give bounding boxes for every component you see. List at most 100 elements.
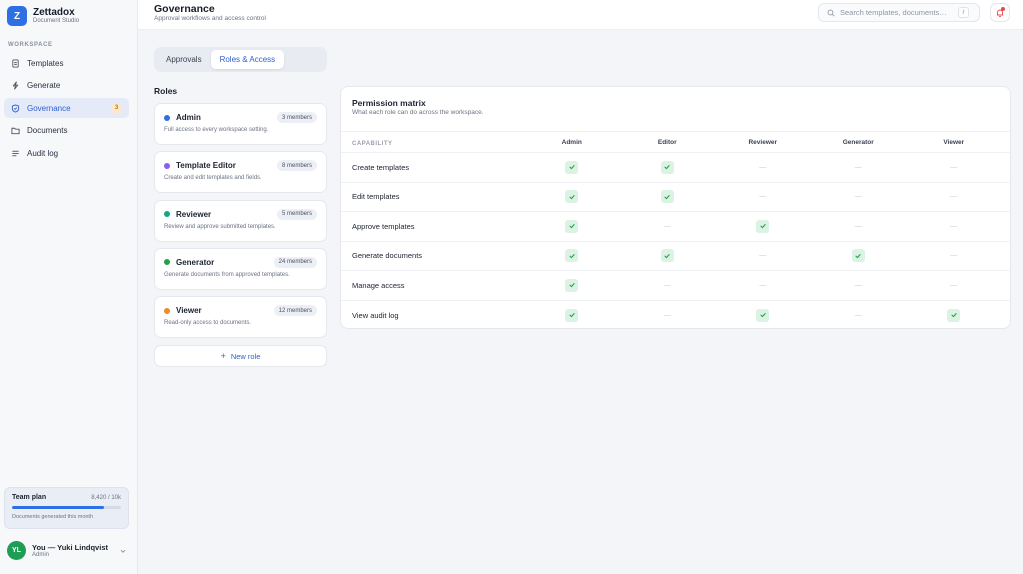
matrix-row: View audit log — — [341, 301, 1010, 329]
role-card[interactable]: Template Editor 8 members Create and edit … [154, 151, 327, 194]
no-access-dash[interactable]: — [759, 193, 766, 200]
check-icon[interactable] [851, 249, 865, 263]
new-role-button[interactable]: + New role [154, 345, 327, 367]
notification-dot [1001, 7, 1005, 11]
sidebar-item-documents[interactable]: Documents [4, 121, 129, 141]
sidebar-item-label: Documents [27, 126, 68, 135]
role-description: Read-only access to documents. [164, 320, 252, 327]
no-access-dash[interactable]: — [664, 312, 671, 319]
member-count-badge: 24 members [273, 256, 317, 268]
sidebar-nav: Templates Generate Governance 3 Document… [4, 53, 129, 166]
sidebar-item-label: Governance [27, 103, 71, 113]
role-description: Review and approve submitted templates. [164, 223, 276, 230]
sidebar-item-audit-log[interactable]: Audit log [4, 143, 129, 163]
avatar: YL [7, 541, 26, 560]
no-access-dash[interactable]: — [664, 282, 671, 289]
tab-approvals[interactable]: Approvals [157, 50, 211, 69]
section-label: WORKSPACE [8, 42, 53, 48]
capability-label: View audit log [352, 310, 399, 320]
role-color-dot [164, 259, 170, 266]
brand[interactable]: Z Zettadox Document Studio [7, 6, 79, 26]
bolt-icon [10, 81, 20, 91]
user-role: Admin [32, 551, 50, 558]
matrix-row: Approve templates — — — [341, 212, 1010, 242]
role-card[interactable]: Admin 3 members Full access to every works… [154, 103, 327, 145]
roles-heading: Roles [154, 86, 178, 96]
tab-roles-access[interactable]: Roles & Access [210, 50, 285, 69]
chevron-down-icon[interactable] [119, 547, 127, 555]
no-access-dash[interactable]: — [950, 282, 957, 289]
no-access-dash[interactable]: — [759, 164, 766, 171]
brand-logo: Z [7, 6, 27, 26]
matrix-subtitle: What each role can do across the workspa… [352, 109, 484, 116]
no-access-dash[interactable]: — [855, 164, 862, 171]
matrix-title: Permission matrix [352, 98, 426, 108]
no-access-dash[interactable]: — [855, 312, 862, 319]
role-name: Reviewer [176, 209, 212, 219]
capability-label: Manage access [352, 280, 405, 290]
check-icon[interactable] [660, 249, 674, 263]
check-icon[interactable] [565, 190, 579, 204]
check-icon[interactable] [565, 308, 579, 322]
page-header: Governance Approval workflows and access… [138, 0, 1023, 30]
check-icon[interactable] [947, 308, 961, 322]
plan-progress-fill [12, 506, 104, 509]
sidebar-item-generate[interactable]: Generate [4, 76, 129, 96]
plan-usage: 8,420 / 10k [91, 494, 121, 501]
role-column-header: Reviewer [748, 138, 778, 146]
no-access-dash[interactable]: — [759, 282, 766, 289]
no-access-dash[interactable]: — [855, 193, 862, 200]
no-access-dash[interactable]: — [759, 252, 766, 259]
matrix-row: Manage access — — — — [341, 271, 1010, 301]
folder-icon [10, 126, 20, 136]
role-column-header: Editor [657, 138, 677, 146]
matrix-row: Edit templates — — — [341, 183, 1010, 212]
plus-icon: + [220, 351, 226, 361]
no-access-dash[interactable]: — [855, 282, 862, 289]
check-icon[interactable] [565, 219, 579, 233]
notifications-button[interactable] [990, 3, 1010, 22]
check-icon[interactable] [565, 278, 579, 292]
check-icon[interactable] [565, 249, 579, 263]
role-card[interactable]: Generator 24 members Generate documents fr… [154, 247, 327, 290]
no-access-dash[interactable]: — [950, 252, 957, 259]
sidebar: Z Zettadox Document Studio WORKSPACE Tem… [0, 0, 138, 574]
sidebar-item-label: Generate [27, 81, 61, 90]
page-subtitle: Approval workflows and access control [154, 15, 266, 22]
role-name: Template Editor [176, 161, 236, 171]
no-access-dash[interactable]: — [950, 193, 957, 200]
check-icon[interactable] [660, 190, 674, 204]
matrix-row: Create templates — — — [341, 153, 1010, 183]
user-name: You — Yuki Lindqvist [32, 542, 108, 552]
check-icon[interactable] [660, 160, 674, 174]
capability-label: Create templates [352, 162, 410, 172]
new-role-label: New role [230, 351, 261, 361]
sidebar-item-label: Audit log [27, 148, 59, 158]
no-access-dash[interactable]: — [664, 223, 671, 230]
role-color-dot [164, 211, 170, 218]
member-count-badge: 5 members [276, 208, 317, 220]
no-access-dash[interactable]: — [950, 164, 957, 171]
capability-label: Generate documents [352, 251, 423, 261]
sidebar-item-templates[interactable]: Templates [4, 53, 129, 73]
no-access-dash[interactable]: — [950, 223, 957, 230]
check-icon[interactable] [756, 219, 770, 233]
role-column-header: Viewer [943, 138, 965, 146]
role-card[interactable]: Viewer 12 members Read-only access to docu… [154, 296, 327, 339]
tab-bar: Approvals Roles & Access [154, 47, 327, 72]
role-card[interactable]: Reviewer 5 members Review and approve subm… [154, 199, 327, 242]
sidebar-item-governance[interactable]: Governance 3 [4, 98, 129, 118]
list-icon [10, 148, 20, 158]
no-access-dash[interactable]: — [855, 223, 862, 230]
plan-usage-card[interactable]: Team plan 8,420 / 10k Documents generate… [4, 487, 129, 529]
check-icon[interactable] [565, 160, 579, 174]
user-menu[interactable]: YL You — Yuki Lindqvist Admin [7, 541, 127, 560]
role-color-dot [164, 307, 170, 314]
check-icon[interactable] [756, 308, 770, 322]
document-icon [10, 58, 20, 68]
plan-title: Team plan [12, 494, 47, 501]
role-description: Create and edit templates and fields. [164, 175, 262, 182]
member-count-badge: 12 members [273, 305, 317, 317]
search-input[interactable] [840, 8, 958, 17]
search-box[interactable]: / [818, 3, 980, 22]
